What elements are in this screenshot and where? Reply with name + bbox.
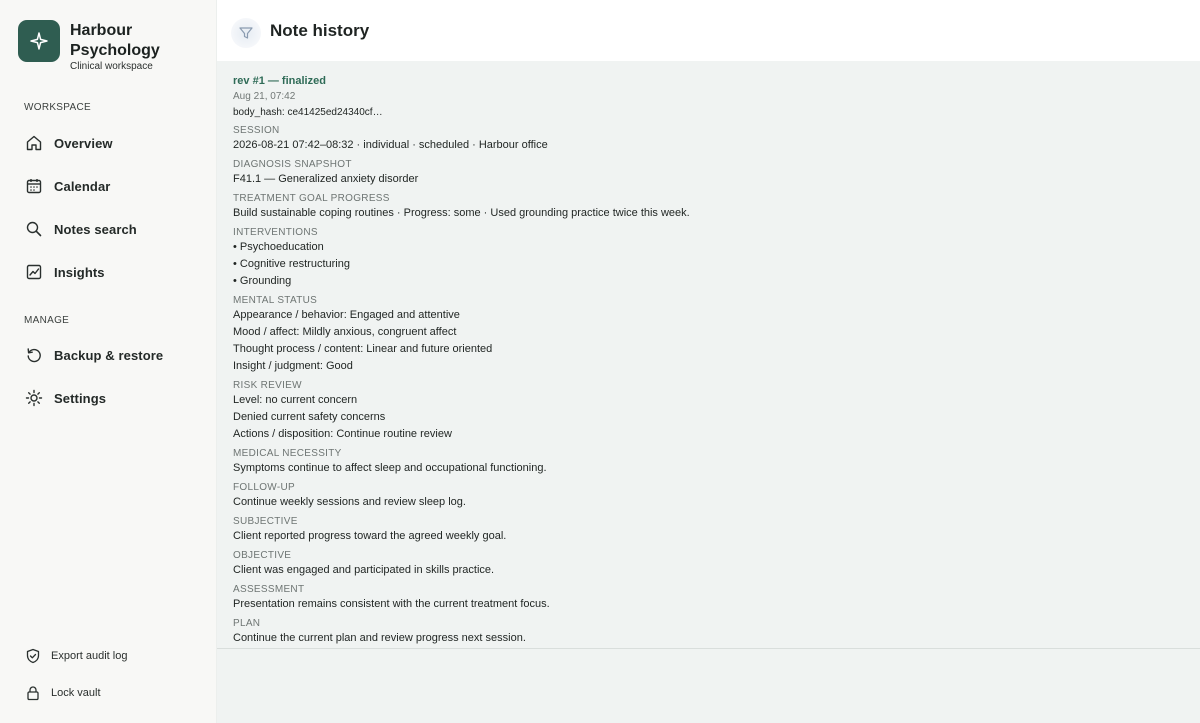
workspace-section-label: WORKSPACE	[24, 102, 91, 113]
section-label: DIAGNOSIS SNAPSHOT	[233, 159, 352, 170]
section-line: Presentation remains consistent with the…	[233, 598, 550, 610]
section-label: RISK REVIEW	[233, 380, 302, 391]
section-line: Insight / judgment: Good	[233, 360, 353, 372]
section-label: PLAN	[233, 618, 261, 629]
revision-title: rev #1 — finalized	[233, 75, 326, 87]
section-line: Client reported progress toward the agre…	[233, 530, 507, 542]
page-header: Note history	[217, 0, 1200, 61]
sidebar-item-label: Settings	[54, 390, 107, 406]
lock-vault-label: Lock vault	[51, 687, 101, 699]
lock-vault-button[interactable]: Lock vault	[24, 683, 101, 703]
sidebar-item-label: Calendar	[54, 178, 111, 194]
section-line: Thought process / content: Linear and fu…	[233, 343, 493, 355]
sidebar-item-overview[interactable]: Overview	[24, 131, 113, 155]
section-line: 2026-08-21 07:42–08:32 · individual · sc…	[233, 139, 548, 151]
sidebar-item-notes-search[interactable]: Notes search	[24, 217, 137, 241]
revision-hash: body_hash: ce41425ed24340cf…	[233, 107, 383, 118]
sidebar-item-calendar[interactable]: Calendar	[24, 174, 110, 198]
bullet-item: Grounding	[233, 273, 1184, 290]
section-label: ASSESSMENT	[233, 584, 305, 595]
section-label: SUBJECTIVE	[233, 516, 298, 527]
sidebar-item-settings[interactable]: Settings	[24, 386, 106, 410]
sparkle-icon	[18, 20, 60, 62]
revision-date: Aug 21, 07:42	[233, 91, 296, 102]
section-line: Mood / affect: Mildly anxious, congruent…	[233, 326, 457, 338]
section-label: TREATMENT GOAL PROGRESS	[233, 193, 390, 204]
brand-name: Harbour Psychology	[70, 22, 160, 59]
section-line: Appearance / behavior: Engaged and atten…	[233, 309, 460, 321]
section-label: SESSION	[233, 125, 280, 136]
filter-icon	[231, 18, 261, 48]
shield-icon	[24, 647, 42, 665]
section-line: Client was engaged and participated in s…	[233, 564, 495, 576]
calendar-icon	[24, 176, 44, 196]
section-line: Denied current safety concerns	[233, 411, 386, 423]
sidebar-item-label: Notes search	[54, 221, 137, 237]
section-label: FOLLOW-UP	[233, 482, 295, 493]
sidebar: Harbour Psychology Clinical workspace WO…	[0, 0, 217, 723]
brand: Harbour Psychology Clinical workspace	[18, 20, 180, 73]
main-content: rev #1 — finalized Aug 21, 07:42 body_ha…	[217, 61, 1200, 723]
home-icon	[24, 133, 44, 153]
sidebar-item-insights[interactable]: Insights	[24, 260, 105, 284]
export-audit-log-label: Export audit log	[51, 650, 128, 662]
section-label: OBJECTIVE	[233, 550, 292, 561]
section-label: MENTAL STATUS	[233, 295, 318, 306]
lock-icon	[24, 684, 42, 702]
section-line: Symptoms continue to affect sleep and oc…	[233, 462, 547, 474]
brand-subtitle: Clinical workspace	[70, 61, 153, 72]
section-line: Continue the current plan and review pro…	[233, 632, 526, 644]
search-icon	[24, 219, 44, 239]
section-line: Actions / disposition: Continue routine …	[233, 428, 452, 440]
note-sections: SESSION 2026-08-21 07:42–08:32 · individu…	[233, 125, 1184, 647]
export-audit-log-button[interactable]: Export audit log	[24, 646, 127, 666]
section-line: Level: no current concern	[233, 394, 358, 406]
bullet-item: Psychoeducation	[233, 239, 1184, 256]
page-title: Note history	[270, 21, 370, 40]
chart-icon	[24, 262, 44, 282]
sidebar-item-backup-restore[interactable]: Backup & restore	[24, 343, 163, 367]
sidebar-item-label: Overview	[54, 135, 113, 151]
section-label: MEDICAL NECESSITY	[233, 448, 342, 459]
section-label: INTERVENTIONS	[233, 227, 318, 238]
sidebar-item-label: Insights	[54, 264, 105, 280]
note-revision-card: rev #1 — finalized Aug 21, 07:42 body_ha…	[217, 61, 1200, 649]
manage-section-label: MANAGE	[24, 315, 70, 326]
section-line: Continue weekly sessions and review slee…	[233, 496, 466, 508]
bullet-item: Cognitive restructuring	[233, 256, 1184, 273]
gear-icon	[24, 388, 44, 408]
restore-icon	[24, 345, 44, 365]
section-line: Build sustainable coping routines · Prog…	[233, 207, 690, 219]
section-line: F41.1 — Generalized anxiety disorder	[233, 173, 419, 185]
sidebar-item-label: Backup & restore	[54, 347, 164, 363]
